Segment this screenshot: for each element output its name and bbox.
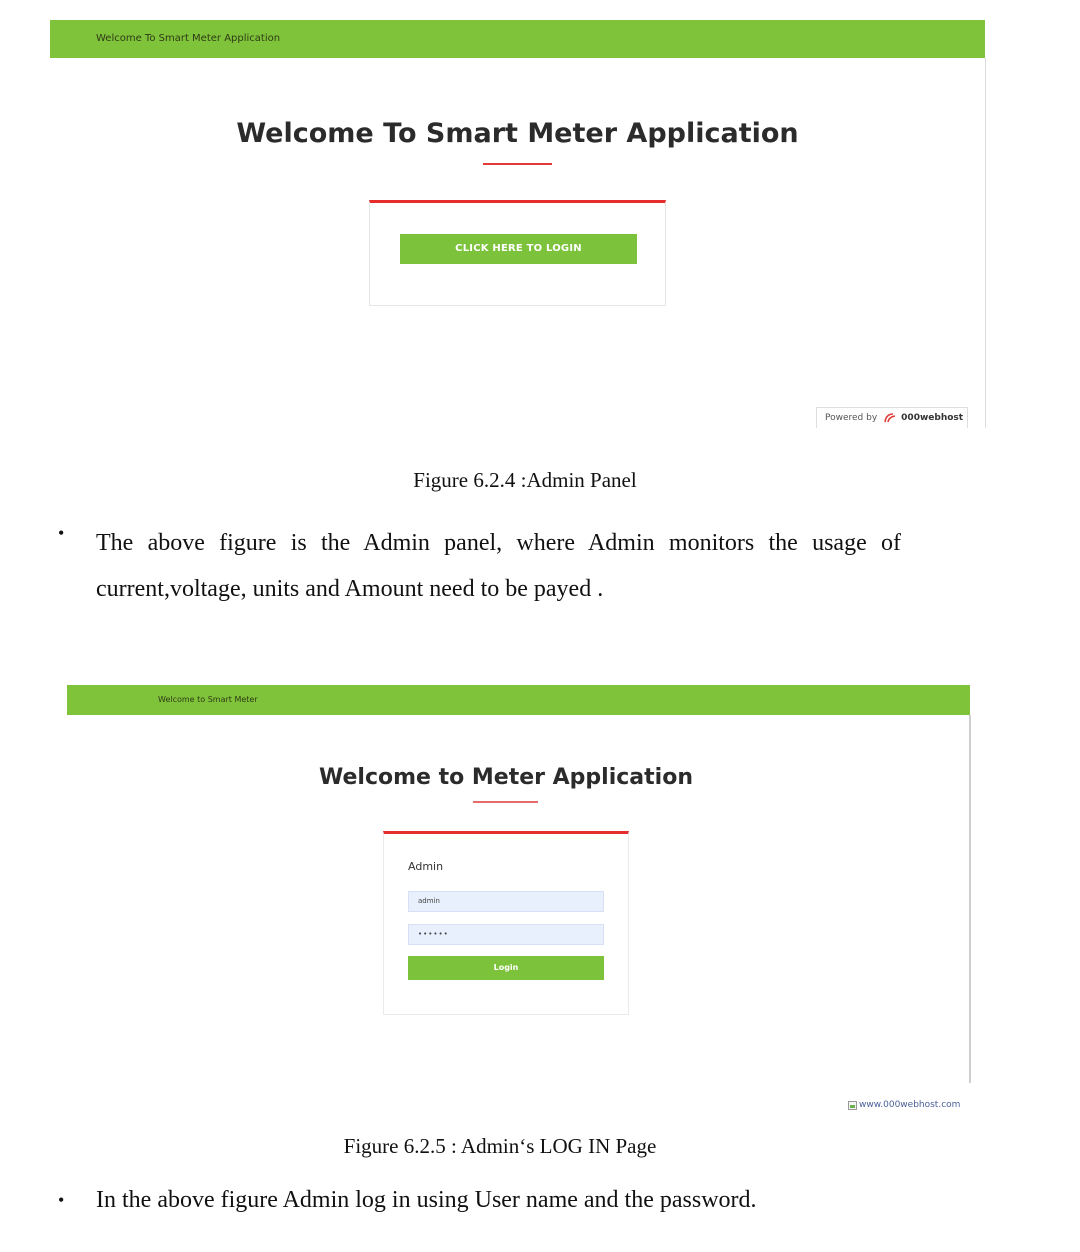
admin-login-screenshot: Welcome to Smart Meter Welcome to Meter … (67, 685, 971, 1115)
login-card: CLICK HERE TO LOGIN (369, 200, 666, 306)
broken-image-icon (848, 1100, 857, 1110)
title-underline (483, 163, 552, 165)
paragraph-1: The above figure is the Admin panel, whe… (96, 530, 901, 602)
top-navbar: Welcome To Smart Meter Application (50, 20, 985, 58)
powered-by-label: Powered by (825, 413, 878, 423)
page-title: Welcome to Meter Application (319, 765, 693, 790)
click-to-login-button[interactable]: CLICK HERE TO LOGIN (400, 234, 637, 264)
page-border (969, 715, 971, 1083)
navbar-brand[interactable]: Welcome To Smart Meter Application (96, 33, 280, 44)
form-label: Admin (408, 860, 444, 873)
powered-by-host: 000webhost (901, 413, 964, 423)
title-underline (473, 801, 538, 803)
bullet-icon: • (58, 523, 65, 543)
password-input[interactable]: •••••• (408, 924, 604, 945)
figure-caption-2: Figure 6.2.5 : Admin‘s LOG IN Page (343, 1134, 657, 1158)
webhost-logo-icon (884, 413, 896, 423)
navbar-brand[interactable]: Welcome to Smart Meter (158, 695, 258, 704)
bullet-icon: • (58, 1190, 65, 1210)
page-title: Welcome To Smart Meter Application (236, 118, 799, 149)
figure-caption-1: Figure 6.2.4 :Admin Panel (413, 468, 637, 492)
username-input[interactable]: admin (408, 891, 604, 912)
webhost-link-text: www.000webhost.com (859, 1100, 961, 1110)
top-navbar: Welcome to Smart Meter (67, 685, 970, 715)
login-form-card: Admin admin •••••• Login (383, 831, 629, 1015)
powered-by-badge[interactable]: Powered by 000webhost (816, 407, 968, 428)
paragraph-2: In the above figure Admin log in using U… (96, 1187, 757, 1213)
webhost-link[interactable]: www.000webhost.com (848, 1100, 960, 1110)
page-border (985, 58, 986, 428)
login-button[interactable]: Login (408, 956, 604, 980)
admin-panel-screenshot: Welcome To Smart Meter Application Welco… (50, 20, 986, 428)
